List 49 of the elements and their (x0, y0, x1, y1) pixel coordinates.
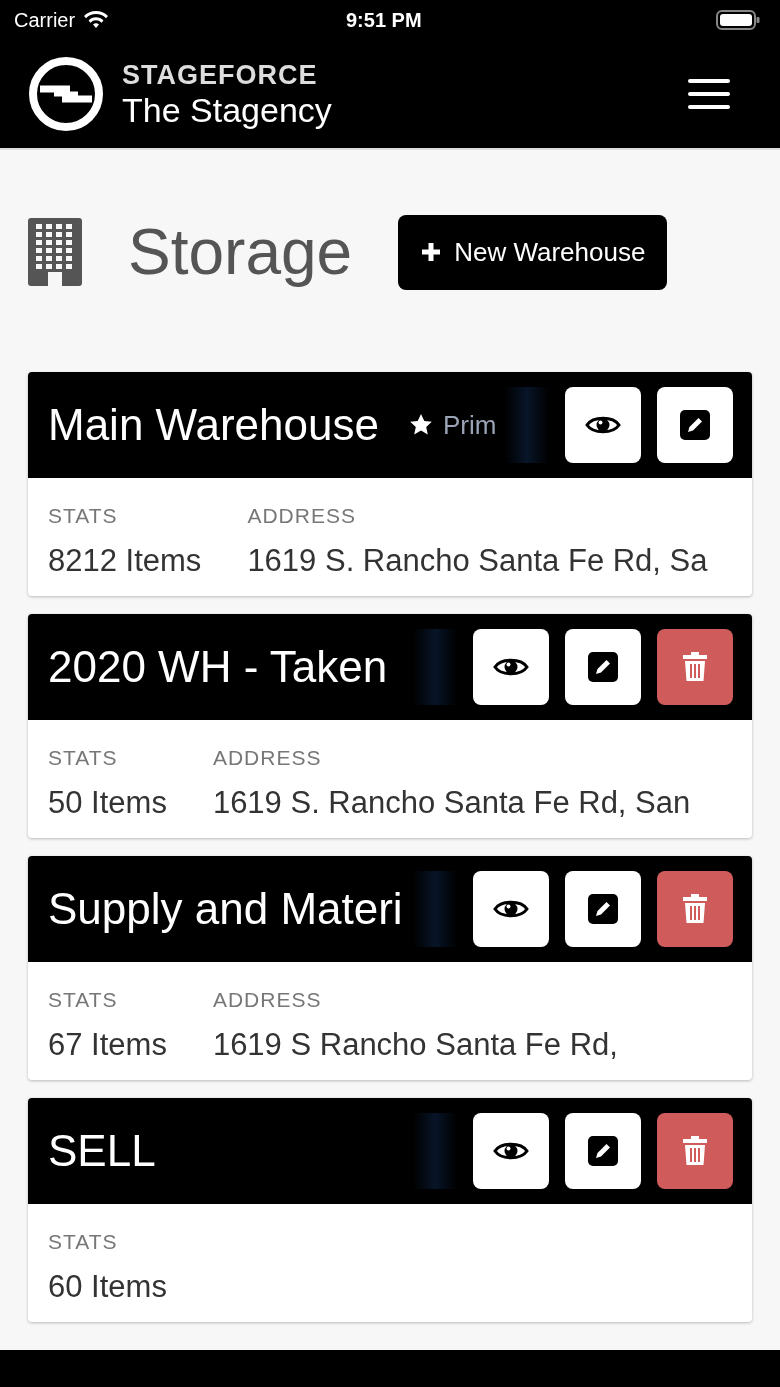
pencil-icon (680, 410, 710, 440)
building-icon (28, 218, 82, 286)
logo-icon (28, 56, 104, 132)
trash-icon (682, 652, 708, 682)
delete-button[interactable] (657, 629, 733, 705)
warehouse-name: 2020 WH - Taken (48, 641, 388, 693)
clock-time: 9:51 PM (346, 8, 422, 33)
pencil-icon (588, 894, 618, 924)
warehouse-name: SELL (48, 1125, 156, 1177)
stats-label: STATS (48, 1229, 119, 1255)
primary-label: Prim (408, 405, 497, 445)
new-warehouse-button[interactable]: New Warehouse (398, 214, 668, 290)
carrier-label: Carrier (14, 8, 76, 33)
trash-icon (682, 1136, 708, 1166)
address-label: ADDRESS (212, 745, 323, 771)
view-button[interactable] (565, 387, 641, 463)
warehouse-name: Main Warehouse (48, 399, 379, 451)
view-button[interactable] (473, 629, 549, 705)
item-count: 67 Items (48, 1025, 167, 1064)
view-button[interactable] (473, 1113, 549, 1189)
delete-button[interactable] (657, 871, 733, 947)
stats-label: STATS (48, 987, 119, 1013)
address-label: ADDRESS (212, 987, 323, 1013)
view-button[interactable] (473, 871, 549, 947)
item-count: 50 Items (48, 783, 167, 822)
page-title: Storage (128, 215, 353, 290)
address-text: 1619 S. Rancho Santa Fe Rd, Sa (247, 541, 708, 580)
item-count: 60 Items (48, 1267, 167, 1306)
edit-button[interactable] (565, 629, 641, 705)
battery-icon (716, 9, 760, 31)
pencil-icon (588, 652, 618, 682)
address-text: 1619 S Rancho Santa Fe Rd, (212, 1025, 618, 1064)
edit-button[interactable] (657, 387, 733, 463)
edit-button[interactable] (565, 871, 641, 947)
star-icon (408, 413, 433, 437)
wifi-icon (83, 10, 110, 30)
plus-icon (420, 241, 443, 263)
stats-label: STATS (48, 745, 119, 771)
stats-label: STATS (48, 503, 119, 529)
edit-button[interactable] (565, 1113, 641, 1189)
brand-name: STAGEFORCE (122, 61, 319, 89)
trash-icon (682, 894, 708, 924)
item-count: 8212 Items (48, 541, 202, 580)
delete-button[interactable] (657, 1113, 733, 1189)
pencil-icon (588, 1136, 618, 1166)
address-text: 1619 S. Rancho Santa Fe Rd, San (212, 783, 691, 822)
address-label: ADDRESS (247, 503, 357, 529)
company-name: The Stagency (122, 92, 332, 127)
warehouse-name: Supply and Materi (48, 883, 403, 935)
